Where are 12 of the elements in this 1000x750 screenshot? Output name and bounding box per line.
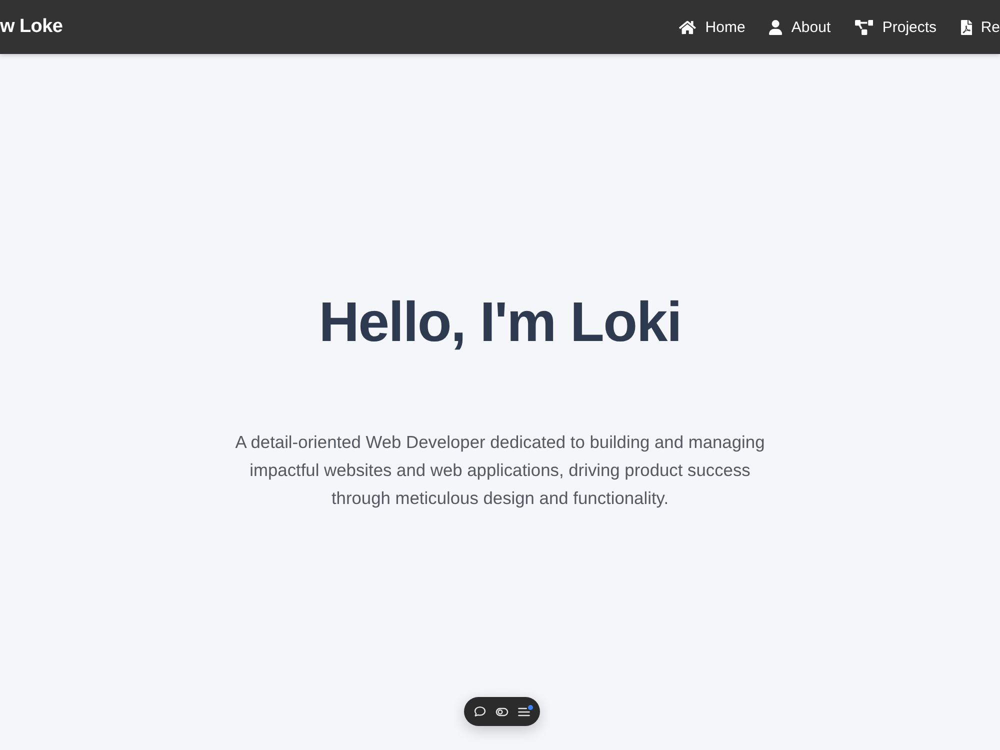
pdf-file-icon — [960, 20, 972, 34]
nav-link[interactable]: About — [769, 18, 831, 36]
chat-bubble-icon — [473, 704, 487, 718]
diagram-icon — [854, 20, 874, 34]
nav-link[interactable]: Home — [679, 18, 746, 36]
nav-link[interactable]: Re — [960, 18, 1000, 36]
home-icon — [679, 20, 696, 34]
site-logo-link[interactable]: w Loke — [0, 16, 63, 38]
nav-link[interactable]: Projects — [854, 18, 937, 36]
user-icon — [769, 20, 782, 34]
hero-heading: Hello, I'm Loki — [318, 290, 682, 354]
intro-paragraph: A detail-oriented Web Developer dedicated to building and managing impactful websites and web applications, driving product success through meticulous design and functionality. — [234, 431, 766, 510]
